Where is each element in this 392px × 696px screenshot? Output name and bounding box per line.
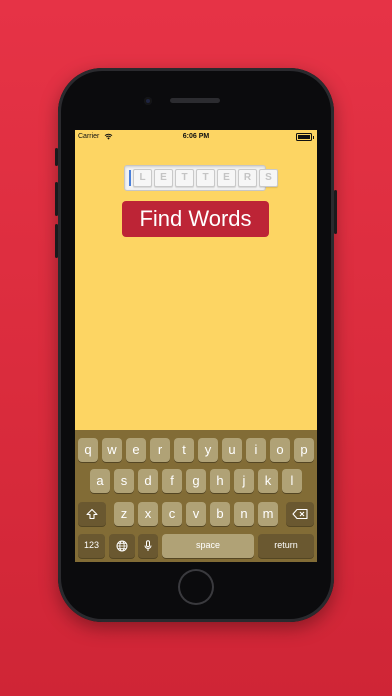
earpiece-speaker bbox=[170, 98, 220, 103]
find-words-button[interactable]: Find Words bbox=[122, 201, 269, 237]
mic-icon bbox=[144, 540, 152, 551]
key-a[interactable]: a bbox=[90, 469, 110, 493]
shift-icon bbox=[86, 508, 98, 520]
key-i[interactable]: i bbox=[246, 438, 266, 462]
letter-tile: S bbox=[259, 169, 278, 187]
volume-down-button bbox=[55, 224, 58, 258]
screen: Carrier 6:06 PM L E T T E R S Find Words… bbox=[75, 130, 317, 562]
keyboard: q w e r t y u i o p a s d f g h j k l z … bbox=[75, 430, 317, 562]
status-time: 6:06 PM bbox=[182, 133, 210, 140]
key-x[interactable]: x bbox=[138, 502, 158, 526]
key-f[interactable]: f bbox=[162, 469, 182, 493]
key-m[interactable]: m bbox=[258, 502, 278, 526]
globe-key[interactable] bbox=[109, 534, 135, 558]
delete-icon bbox=[292, 508, 308, 520]
letter-tile: L bbox=[133, 169, 152, 187]
key-v[interactable]: v bbox=[186, 502, 206, 526]
letters-input[interactable]: L E T T E R S bbox=[124, 165, 278, 191]
key-z[interactable]: z bbox=[114, 502, 134, 526]
shift-key[interactable] bbox=[78, 502, 106, 526]
key-b[interactable]: b bbox=[210, 502, 230, 526]
key-e[interactable]: e bbox=[126, 438, 146, 462]
numbers-key[interactable]: 123 bbox=[78, 534, 105, 558]
key-c[interactable]: c bbox=[162, 502, 182, 526]
battery-icon bbox=[296, 133, 314, 141]
power-button bbox=[334, 190, 337, 234]
status-bar: Carrier 6:06 PM bbox=[75, 130, 317, 144]
key-d[interactable]: d bbox=[138, 469, 158, 493]
volume-up-button bbox=[55, 182, 58, 216]
letter-tiles: L E T T E R S bbox=[133, 169, 278, 187]
key-s[interactable]: s bbox=[114, 469, 134, 493]
key-w[interactable]: w bbox=[102, 438, 122, 462]
key-g[interactable]: g bbox=[186, 469, 206, 493]
globe-icon bbox=[116, 540, 128, 552]
key-h[interactable]: h bbox=[210, 469, 230, 493]
space-key[interactable]: space bbox=[162, 534, 254, 558]
key-u[interactable]: u bbox=[222, 438, 242, 462]
key-r[interactable]: r bbox=[150, 438, 170, 462]
letter-tile: E bbox=[217, 169, 236, 187]
key-y[interactable]: y bbox=[198, 438, 218, 462]
key-j[interactable]: j bbox=[234, 469, 254, 493]
mic-key[interactable] bbox=[138, 534, 158, 558]
key-p[interactable]: p bbox=[294, 438, 314, 462]
front-camera bbox=[144, 97, 152, 105]
key-l[interactable]: l bbox=[282, 469, 302, 493]
return-key[interactable]: return bbox=[258, 534, 314, 558]
home-button[interactable] bbox=[178, 569, 214, 605]
text-cursor bbox=[129, 170, 131, 186]
letter-tile: E bbox=[154, 169, 173, 187]
letter-tile: T bbox=[175, 169, 194, 187]
key-o[interactable]: o bbox=[270, 438, 290, 462]
key-q[interactable]: q bbox=[78, 438, 98, 462]
delete-key[interactable] bbox=[286, 502, 314, 526]
letter-tile: R bbox=[238, 169, 257, 187]
key-k[interactable]: k bbox=[258, 469, 278, 493]
key-t[interactable]: t bbox=[174, 438, 194, 462]
letter-tile: T bbox=[196, 169, 215, 187]
mute-switch bbox=[55, 148, 58, 166]
key-n[interactable]: n bbox=[234, 502, 254, 526]
